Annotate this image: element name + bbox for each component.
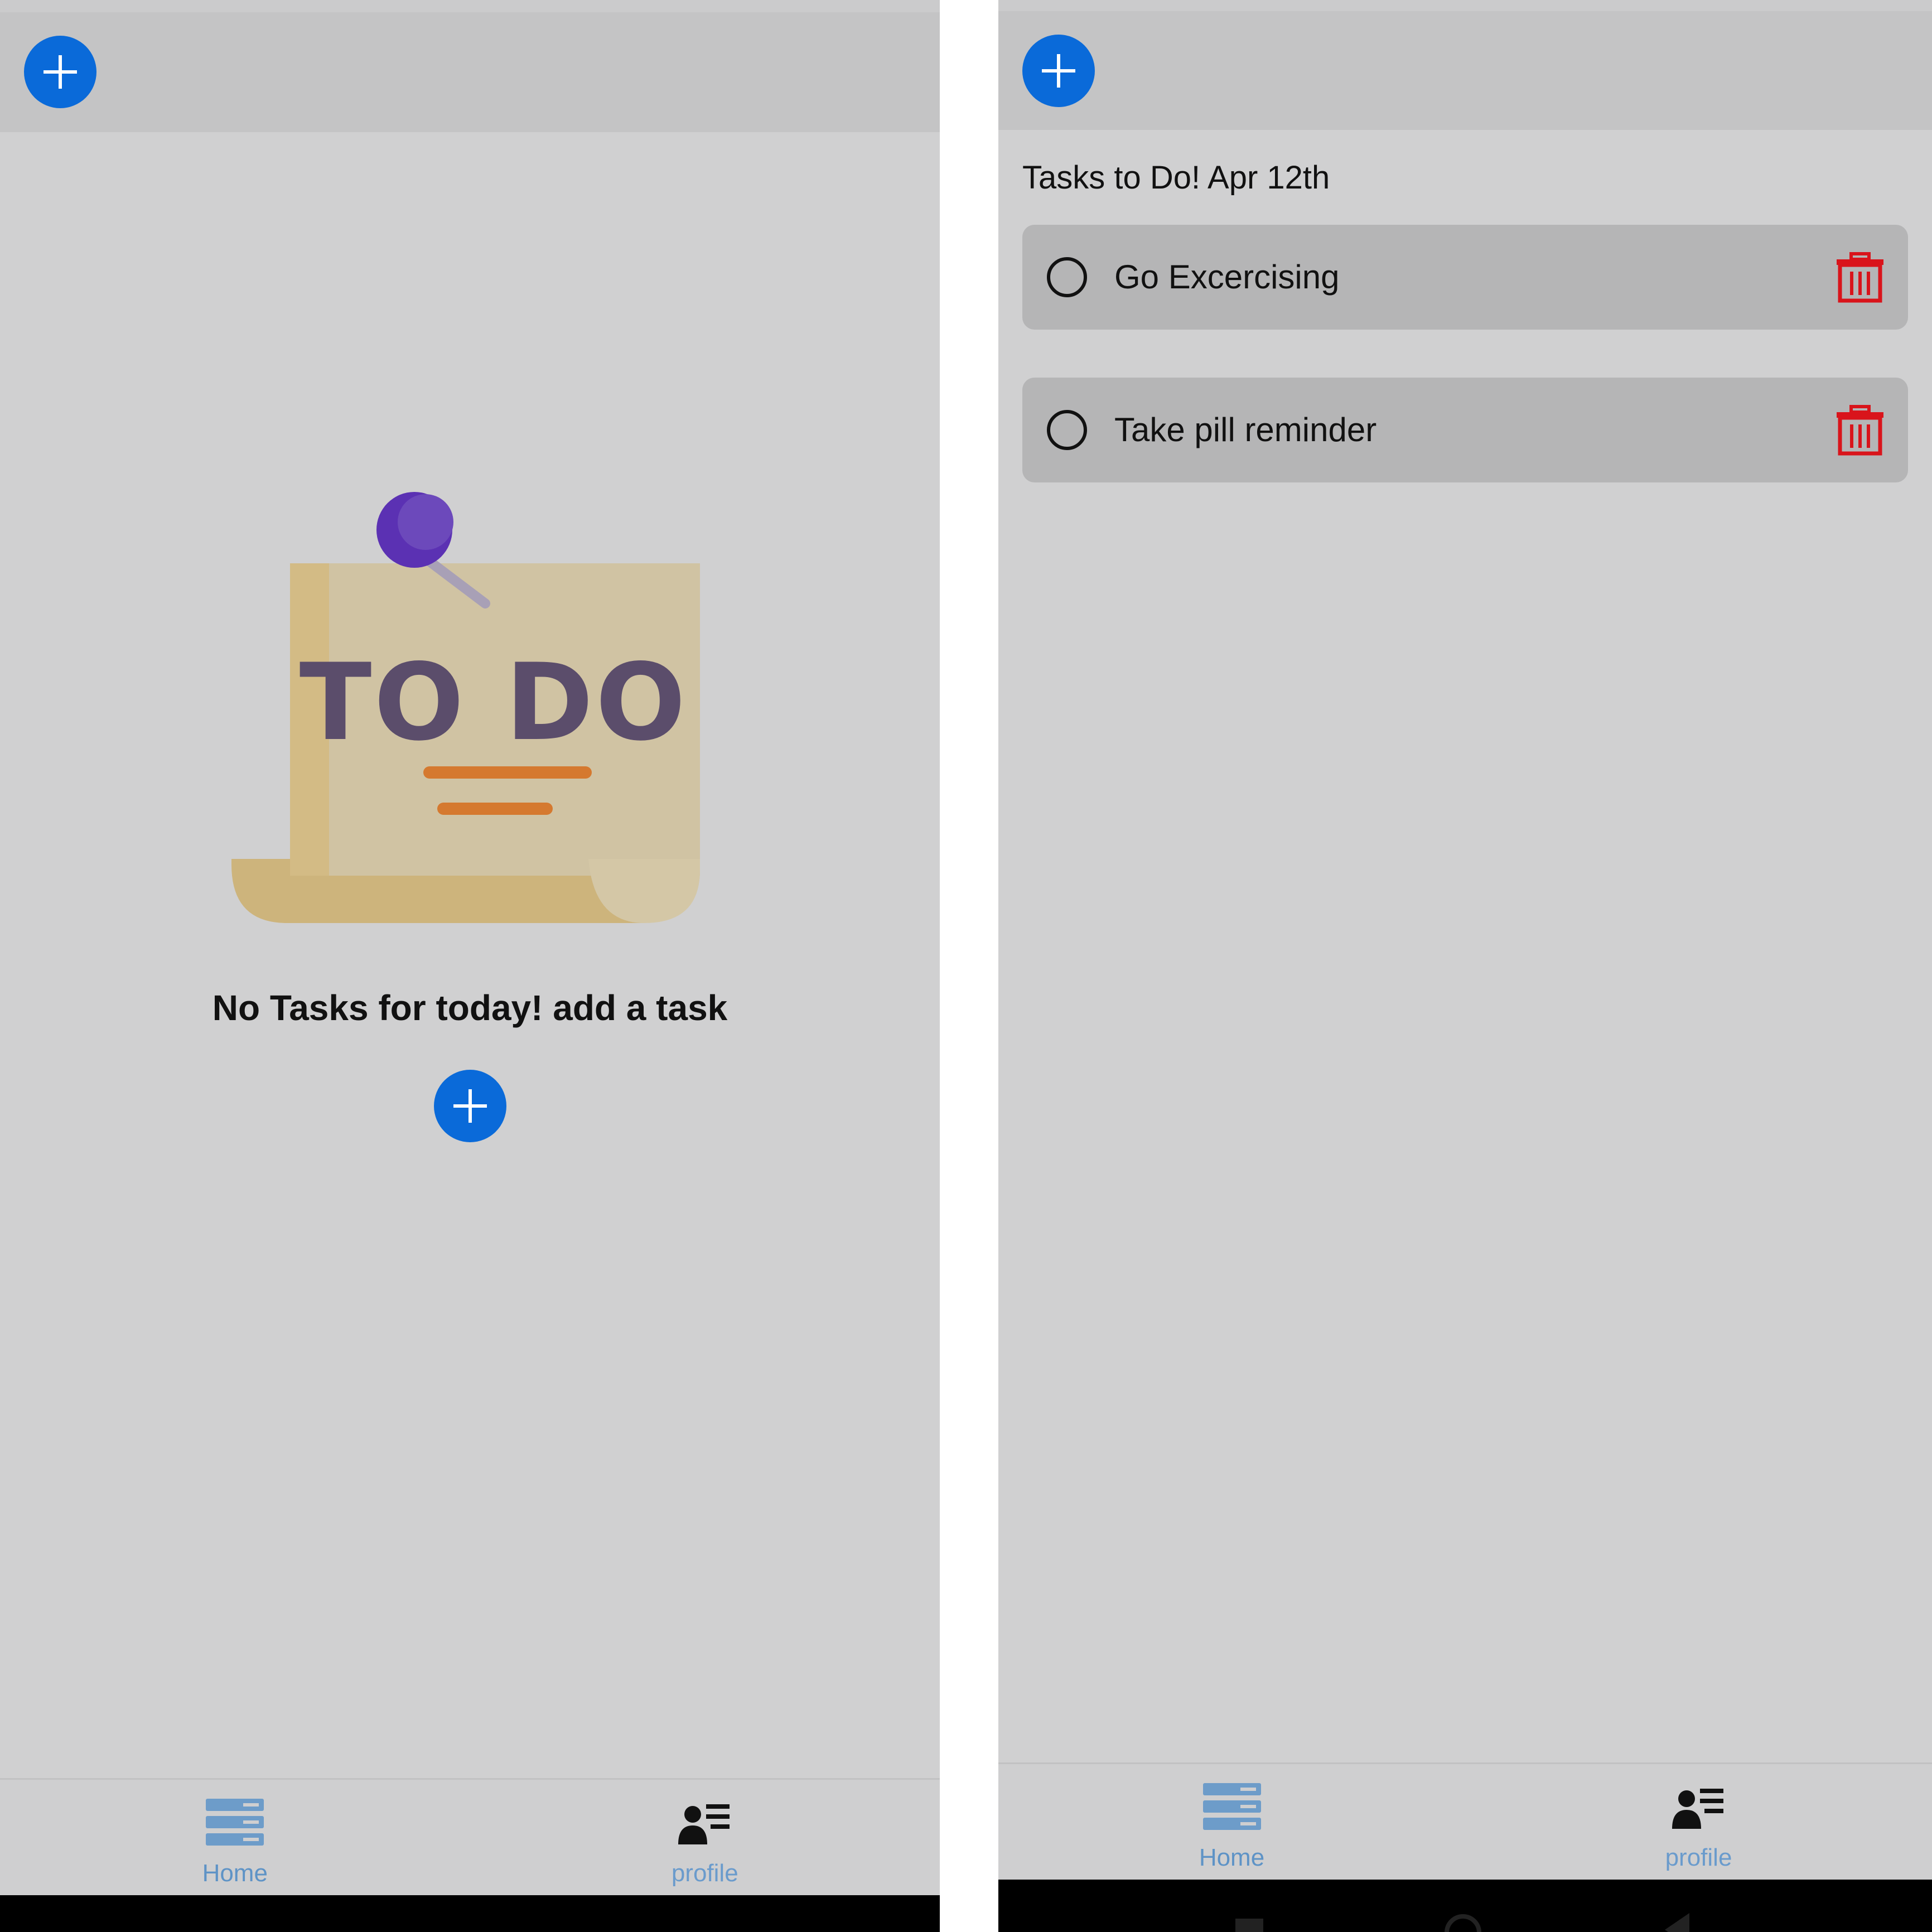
nav-profile-label: profile bbox=[1665, 1844, 1732, 1871]
add-task-button[interactable] bbox=[24, 36, 96, 108]
screen-empty-state: TO DO No Tasks for today! add a task Hom… bbox=[0, 0, 940, 1932]
plus-icon bbox=[44, 55, 77, 89]
bottom-nav: Home profile bbox=[998, 1762, 1932, 1881]
plus-icon bbox=[1042, 54, 1075, 88]
nav-tab-profile[interactable]: profile bbox=[470, 1780, 940, 1897]
bottom-nav: Home profile bbox=[0, 1778, 940, 1897]
unchecked-circle-icon[interactable] bbox=[1047, 257, 1087, 297]
user-list-icon bbox=[1672, 1789, 1723, 1829]
task-list-title: Tasks to Do! Apr 12th bbox=[1022, 160, 1330, 196]
app-bar bbox=[0, 12, 940, 132]
task-item[interactable]: Go Excercising bbox=[1022, 225, 1908, 330]
unchecked-circle-icon[interactable] bbox=[1047, 410, 1087, 450]
add-task-button[interactable] bbox=[1022, 35, 1095, 107]
empty-state-message: No Tasks for today! add a task bbox=[212, 988, 728, 1028]
trash-icon[interactable] bbox=[1834, 404, 1886, 456]
app-bar bbox=[998, 11, 1932, 130]
system-nav-bar bbox=[998, 1880, 1932, 1932]
nav-home-label: Home bbox=[1199, 1844, 1265, 1871]
task-label: Go Excercising bbox=[1114, 258, 1340, 296]
status-bar bbox=[998, 0, 1932, 11]
list-stack-icon bbox=[1202, 1783, 1261, 1830]
home-button[interactable] bbox=[1445, 1914, 1481, 1932]
plus-icon bbox=[453, 1089, 487, 1123]
todo-note-illustration: TO DO bbox=[231, 492, 700, 923]
task-label: Take pill reminder bbox=[1114, 411, 1377, 448]
nav-tab-profile[interactable]: profile bbox=[1465, 1764, 1932, 1881]
illustration-text: TO DO bbox=[300, 641, 688, 764]
recent-apps-button[interactable] bbox=[1235, 1919, 1263, 1932]
user-list-icon bbox=[678, 1804, 730, 1844]
nav-tab-home[interactable]: Home bbox=[0, 1780, 470, 1897]
nav-tab-home[interactable]: Home bbox=[998, 1764, 1465, 1881]
nav-home-label: Home bbox=[202, 1859, 268, 1887]
task-item[interactable]: Take pill reminder bbox=[1022, 378, 1908, 482]
trash-icon[interactable] bbox=[1834, 252, 1886, 303]
system-nav-bar bbox=[0, 1895, 940, 1932]
screen-task-list: Tasks to Do! Apr 12th Go Excercising Tak… bbox=[998, 0, 1932, 1932]
back-button[interactable] bbox=[1665, 1913, 1689, 1932]
add-task-center-button[interactable] bbox=[434, 1070, 506, 1142]
list-stack-icon bbox=[206, 1799, 264, 1846]
nav-profile-label: profile bbox=[671, 1859, 738, 1887]
status-bar bbox=[0, 0, 940, 12]
